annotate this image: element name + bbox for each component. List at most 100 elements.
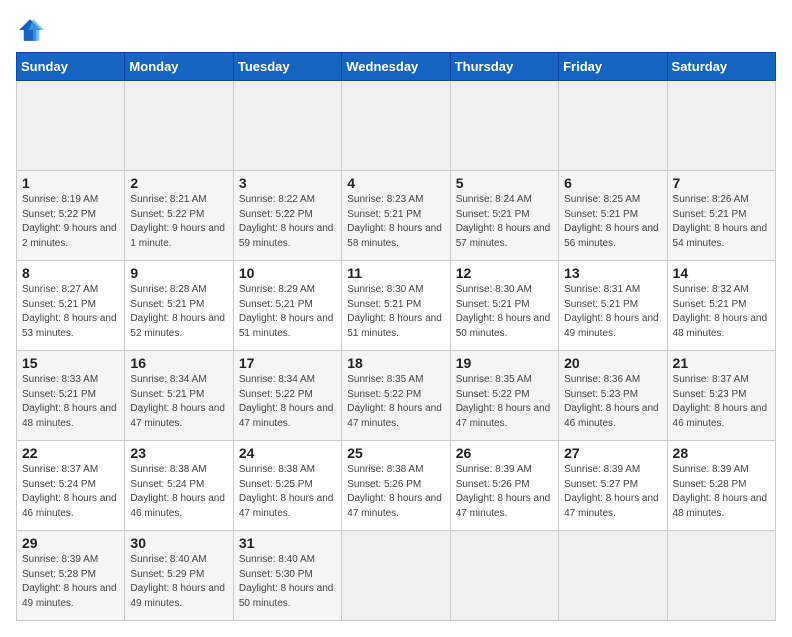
calendar-cell [559,81,667,171]
day-info: Sunrise: 8:35 AM Sunset: 5:22 PM Dayligh… [347,373,444,431]
day-number: 28 [673,445,770,461]
calendar-cell [450,531,558,621]
day-info: Sunrise: 8:40 AM Sunset: 5:30 PM Dayligh… [239,553,336,611]
calendar-week-row: 22Sunrise: 8:37 AM Sunset: 5:24 PM Dayli… [17,441,776,531]
day-info: Sunrise: 8:34 AM Sunset: 5:21 PM Dayligh… [130,373,227,431]
day-info: Sunrise: 8:21 AM Sunset: 5:22 PM Dayligh… [130,193,227,251]
weekday-header-saturday: Saturday [667,53,775,81]
calendar-cell [559,531,667,621]
day-info: Sunrise: 8:39 AM Sunset: 5:28 PM Dayligh… [22,553,119,611]
calendar-cell: 28 Sunrise: 8:39 AM Sunset: 5:28 PM Dayli… [667,441,775,531]
day-number: 11 [347,265,444,281]
calendar-cell: 9Sunrise: 8:28 AM Sunset: 5:21 PM Daylig… [125,261,233,351]
header-row: SundayMondayTuesdayWednesdayThursdayFrid… [17,53,776,81]
calendar-table: SundayMondayTuesdayWednesdayThursdayFrid… [16,52,776,621]
calendar-week-row: 15 Sunrise: 8:33 AM Sunset: 5:21 PM Dayli… [17,351,776,441]
day-number: 25 [347,445,444,461]
day-number: 14 [673,265,770,281]
day-number: 31 [239,535,336,551]
calendar-cell: 1Sunrise: 8:19 AM Sunset: 5:22 PM Daylig… [17,171,125,261]
day-number: 4 [347,175,444,191]
day-info: Sunrise: 8:35 AM Sunset: 5:22 PM Dayligh… [456,373,553,431]
calendar-cell [667,531,775,621]
calendar-cell: 8Sunrise: 8:27 AM Sunset: 5:21 PM Daylig… [17,261,125,351]
calendar-cell: 20Sunrise: 8:36 AM Sunset: 5:23 PM Dayli… [559,351,667,441]
logo [16,16,48,44]
day-info: Sunrise: 8:26 AM Sunset: 5:21 PM Dayligh… [673,193,770,251]
calendar-cell: 22Sunrise: 8:37 AM Sunset: 5:24 PM Dayli… [17,441,125,531]
calendar-week-row [17,81,776,171]
weekday-header-monday: Monday [125,53,233,81]
calendar-body: 1Sunrise: 8:19 AM Sunset: 5:22 PM Daylig… [17,81,776,621]
calendar-cell: 23 Sunrise: 8:38 AM Sunset: 5:24 PM Dayli… [125,441,233,531]
calendar-cell: 6Sunrise: 8:25 AM Sunset: 5:21 PM Daylig… [559,171,667,261]
calendar-week-row: 8Sunrise: 8:27 AM Sunset: 5:21 PM Daylig… [17,261,776,351]
day-number: 10 [239,265,336,281]
day-info: Sunrise: 8:24 AM Sunset: 5:21 PM Dayligh… [456,193,553,251]
calendar-cell [17,81,125,171]
weekday-header-friday: Friday [559,53,667,81]
day-number: 26 [456,445,553,461]
calendar-cell: 14 Sunrise: 8:32 AM Sunset: 5:21 PM Dayli… [667,261,775,351]
day-number: 2 [130,175,227,191]
calendar-cell: 25Sunrise: 8:38 AM Sunset: 5:26 PM Dayli… [342,441,450,531]
day-info: Sunrise: 8:36 AM Sunset: 5:23 PM Dayligh… [564,373,661,431]
calendar-header: SundayMondayTuesdayWednesdayThursdayFrid… [17,53,776,81]
day-number: 12 [456,265,553,281]
day-number: 29 [22,535,119,551]
calendar-week-row: 29 Sunrise: 8:39 AM Sunset: 5:28 PM Dayli… [17,531,776,621]
weekday-header-wednesday: Wednesday [342,53,450,81]
day-number: 21 [673,355,770,371]
calendar-cell [125,81,233,171]
day-info: Sunrise: 8:38 AM Sunset: 5:24 PM Dayligh… [130,463,227,521]
weekday-header-tuesday: Tuesday [233,53,341,81]
calendar-week-row: 1Sunrise: 8:19 AM Sunset: 5:22 PM Daylig… [17,171,776,261]
calendar-cell: 11 Sunrise: 8:30 AM Sunset: 5:21 PM Dayli… [342,261,450,351]
day-info: Sunrise: 8:30 AM Sunset: 5:21 PM Dayligh… [347,283,444,341]
day-info: Sunrise: 8:33 AM Sunset: 5:21 PM Dayligh… [22,373,119,431]
day-number: 17 [239,355,336,371]
calendar-cell: 2 Sunrise: 8:21 AM Sunset: 5:22 PM Daylig… [125,171,233,261]
day-info: Sunrise: 8:38 AM Sunset: 5:25 PM Dayligh… [239,463,336,521]
calendar-cell [342,81,450,171]
calendar-cell: 3Sunrise: 8:22 AM Sunset: 5:22 PM Daylig… [233,171,341,261]
day-info: Sunrise: 8:29 AM Sunset: 5:21 PM Dayligh… [239,283,336,341]
day-info: Sunrise: 8:32 AM Sunset: 5:21 PM Dayligh… [673,283,770,341]
day-info: Sunrise: 8:30 AM Sunset: 5:21 PM Dayligh… [456,283,553,341]
calendar-cell: 31 Sunrise: 8:40 AM Sunset: 5:30 PM Dayli… [233,531,341,621]
calendar-cell: 30 Sunrise: 8:40 AM Sunset: 5:29 PM Dayli… [125,531,233,621]
day-number: 15 [22,355,119,371]
day-info: Sunrise: 8:37 AM Sunset: 5:24 PM Dayligh… [22,463,119,521]
calendar-cell [450,81,558,171]
day-info: Sunrise: 8:34 AM Sunset: 5:22 PM Dayligh… [239,373,336,431]
day-number: 7 [673,175,770,191]
page-header [16,16,776,44]
day-number: 13 [564,265,661,281]
day-info: Sunrise: 8:31 AM Sunset: 5:21 PM Dayligh… [564,283,661,341]
calendar-cell: 13 Sunrise: 8:31 AM Sunset: 5:21 PM Dayli… [559,261,667,351]
day-number: 3 [239,175,336,191]
day-number: 5 [456,175,553,191]
day-number: 27 [564,445,661,461]
calendar-cell [342,531,450,621]
calendar-cell: 29 Sunrise: 8:39 AM Sunset: 5:28 PM Dayli… [17,531,125,621]
day-info: Sunrise: 8:39 AM Sunset: 5:28 PM Dayligh… [673,463,770,521]
calendar-cell: 5 Sunrise: 8:24 AM Sunset: 5:21 PM Daylig… [450,171,558,261]
day-number: 23 [130,445,227,461]
calendar-cell: 19Sunrise: 8:35 AM Sunset: 5:22 PM Dayli… [450,351,558,441]
calendar-cell [667,81,775,171]
day-info: Sunrise: 8:37 AM Sunset: 5:23 PM Dayligh… [673,373,770,431]
day-info: Sunrise: 8:25 AM Sunset: 5:21 PM Dayligh… [564,193,661,251]
day-number: 30 [130,535,227,551]
day-number: 24 [239,445,336,461]
day-info: Sunrise: 8:27 AM Sunset: 5:21 PM Dayligh… [22,283,119,341]
calendar-cell: 7 Sunrise: 8:26 AM Sunset: 5:21 PM Daylig… [667,171,775,261]
weekday-header-thursday: Thursday [450,53,558,81]
day-number: 18 [347,355,444,371]
calendar-cell: 12 Sunrise: 8:30 AM Sunset: 5:21 PM Dayli… [450,261,558,351]
day-number: 16 [130,355,227,371]
day-info: Sunrise: 8:40 AM Sunset: 5:29 PM Dayligh… [130,553,227,611]
calendar-cell: 21 Sunrise: 8:37 AM Sunset: 5:23 PM Dayli… [667,351,775,441]
calendar-cell: 27Sunrise: 8:39 AM Sunset: 5:27 PM Dayli… [559,441,667,531]
calendar-cell: 16 Sunrise: 8:34 AM Sunset: 5:21 PM Dayli… [125,351,233,441]
